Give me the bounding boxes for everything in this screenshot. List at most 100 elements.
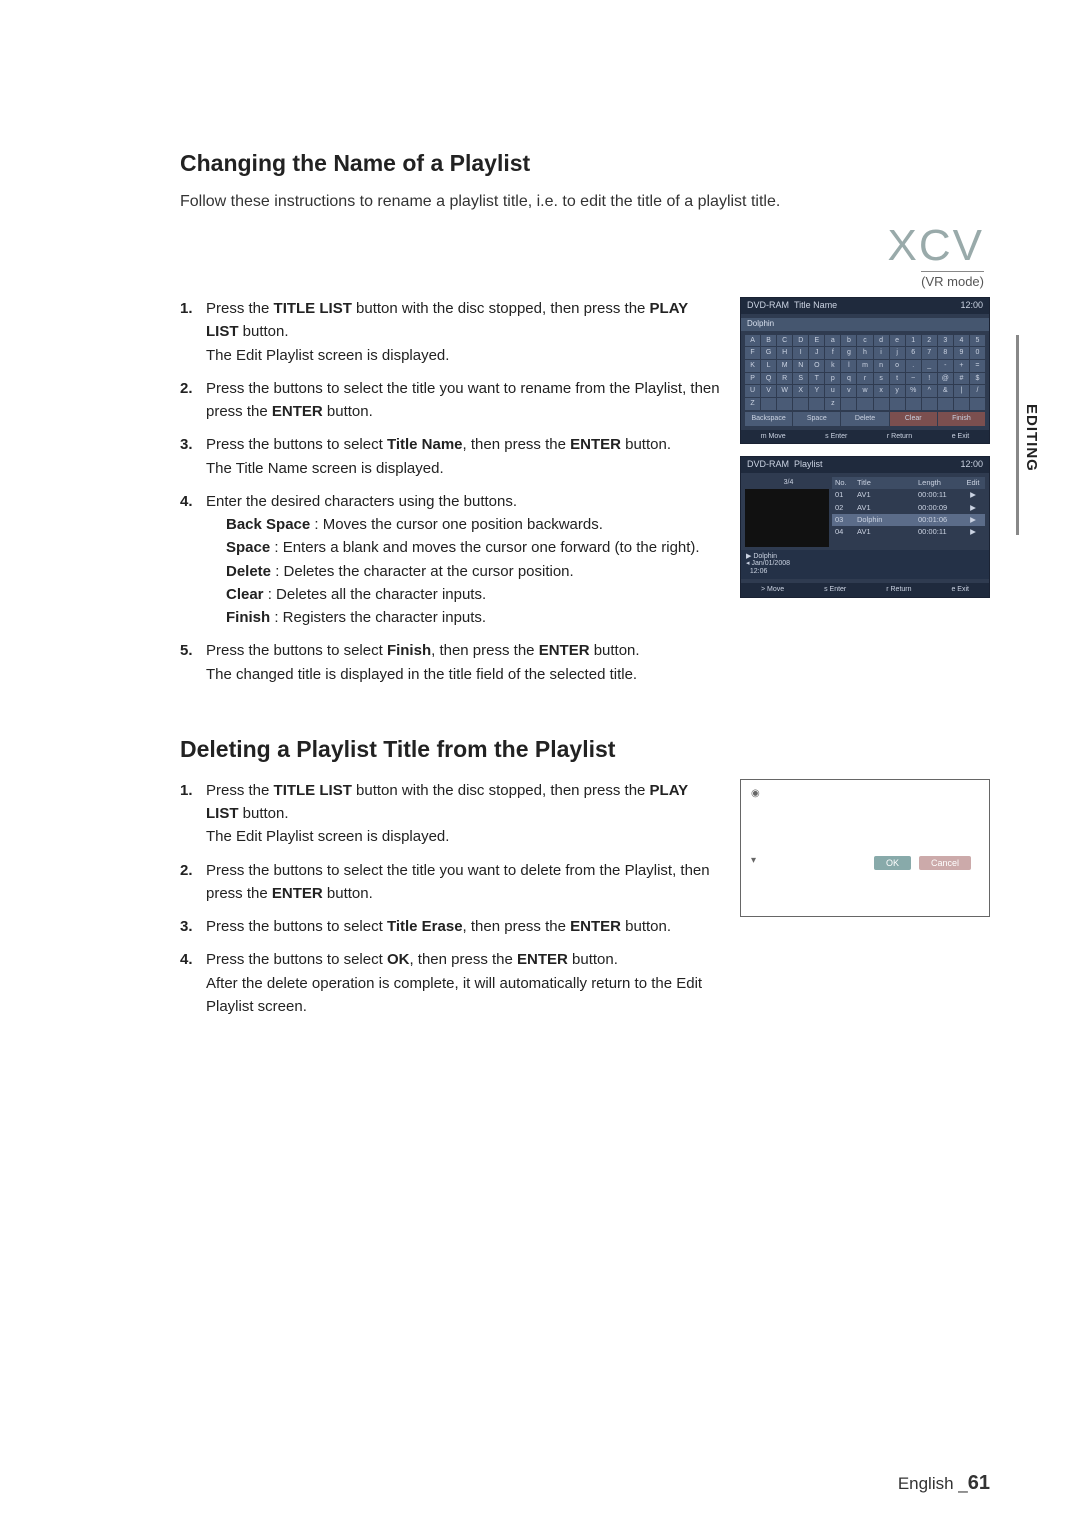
on-screen-keyboard[interactable]: ABCDEabcde12345 FGHIJfghij67890 KLMNOklmno… (745, 335, 985, 410)
key-blank[interactable] (793, 398, 808, 410)
key-#[interactable]: # (954, 373, 969, 385)
key-@[interactable]: @ (938, 373, 953, 385)
key-blank[interactable] (922, 398, 937, 410)
key-I[interactable]: I (793, 347, 808, 359)
key-g[interactable]: g (841, 347, 856, 359)
key-blank[interactable] (954, 398, 969, 410)
key-7[interactable]: 7 (922, 347, 937, 359)
key-q[interactable]: q (841, 373, 856, 385)
key-blank[interactable] (890, 398, 905, 410)
key-clear[interactable]: Clear (890, 412, 937, 426)
key-/[interactable]: / (970, 385, 985, 397)
key-v[interactable]: v (841, 385, 856, 397)
key-e[interactable]: e (890, 335, 905, 347)
key-1[interactable]: 1 (906, 335, 921, 347)
key-A[interactable]: A (745, 335, 760, 347)
key-r[interactable]: r (857, 373, 872, 385)
key-blank[interactable] (809, 398, 824, 410)
key-+[interactable]: + (954, 360, 969, 372)
key-c[interactable]: c (857, 335, 872, 347)
key-6[interactable]: 6 (906, 347, 921, 359)
key-b[interactable]: b (841, 335, 856, 347)
key-s[interactable]: s (874, 373, 889, 385)
key-Q[interactable]: Q (761, 373, 776, 385)
key--[interactable]: - (938, 360, 953, 372)
key-_[interactable]: _ (922, 360, 937, 372)
key-V[interactable]: V (761, 385, 776, 397)
key-d[interactable]: d (874, 335, 889, 347)
key-P[interactable]: P (745, 373, 760, 385)
key-u[interactable]: u (825, 385, 840, 397)
cancel-button[interactable]: Cancel (919, 856, 971, 870)
key-blank[interactable] (938, 398, 953, 410)
key-z[interactable]: z (825, 398, 840, 410)
key-space[interactable]: Space (793, 412, 840, 426)
key-.[interactable]: . (906, 360, 921, 372)
key-blank[interactable] (874, 398, 889, 410)
key-x[interactable]: x (874, 385, 889, 397)
key-B[interactable]: B (761, 335, 776, 347)
key-E[interactable]: E (809, 335, 824, 347)
key-f[interactable]: f (825, 347, 840, 359)
key-backspace[interactable]: Backspace (745, 412, 792, 426)
key-O[interactable]: O (809, 360, 824, 372)
key-blank[interactable] (761, 398, 776, 410)
key-L[interactable]: L (761, 360, 776, 372)
key-9[interactable]: 9 (954, 347, 969, 359)
key-i[interactable]: i (874, 347, 889, 359)
key-C[interactable]: C (777, 335, 792, 347)
key-Z[interactable]: Z (745, 398, 760, 410)
key-D[interactable]: D (793, 335, 808, 347)
key-$[interactable]: $ (970, 373, 985, 385)
playlist-row[interactable]: 03Dolphin00:01:06▶ (832, 514, 985, 526)
key-blank[interactable] (841, 398, 856, 410)
key-^[interactable]: ^ (922, 385, 937, 397)
key-y[interactable]: y (890, 385, 905, 397)
key-R[interactable]: R (777, 373, 792, 385)
key-=[interactable]: = (970, 360, 985, 372)
key-~[interactable]: ~ (906, 373, 921, 385)
key-o[interactable]: o (890, 360, 905, 372)
key-l[interactable]: l (841, 360, 856, 372)
key-blank[interactable] (777, 398, 792, 410)
key-K[interactable]: K (745, 360, 760, 372)
key-W[interactable]: W (777, 385, 792, 397)
key-blank[interactable] (857, 398, 872, 410)
key-j[interactable]: j (890, 347, 905, 359)
key-F[interactable]: F (745, 347, 760, 359)
key-h[interactable]: h (857, 347, 872, 359)
key-![interactable]: ! (922, 373, 937, 385)
key-U[interactable]: U (745, 385, 760, 397)
key-%[interactable]: % (906, 385, 921, 397)
key-5[interactable]: 5 (970, 335, 985, 347)
key-w[interactable]: w (857, 385, 872, 397)
key-S[interactable]: S (793, 373, 808, 385)
key-N[interactable]: N (793, 360, 808, 372)
playlist-row[interactable]: 02AV100:00:09▶ (832, 502, 985, 514)
key-4[interactable]: 4 (954, 335, 969, 347)
key-8[interactable]: 8 (938, 347, 953, 359)
key-&[interactable]: & (938, 385, 953, 397)
key-2[interactable]: 2 (922, 335, 937, 347)
key-a[interactable]: a (825, 335, 840, 347)
key-0[interactable]: 0 (970, 347, 985, 359)
key-blank[interactable] (906, 398, 921, 410)
ok-button[interactable]: OK (874, 856, 911, 870)
key-J[interactable]: J (809, 347, 824, 359)
key-p[interactable]: p (825, 373, 840, 385)
key-|[interactable]: | (954, 385, 969, 397)
playlist-row[interactable]: 01AV100:00:11▶ (832, 489, 985, 501)
key-G[interactable]: G (761, 347, 776, 359)
key-finish[interactable]: Finish (938, 412, 985, 426)
key-m[interactable]: m (857, 360, 872, 372)
key-M[interactable]: M (777, 360, 792, 372)
key-t[interactable]: t (890, 373, 905, 385)
playlist-row[interactable]: 04AV100:00:11▶ (832, 526, 985, 538)
key-k[interactable]: k (825, 360, 840, 372)
key-3[interactable]: 3 (938, 335, 953, 347)
key-delete[interactable]: Delete (841, 412, 888, 426)
key-blank[interactable] (970, 398, 985, 410)
key-H[interactable]: H (777, 347, 792, 359)
key-n[interactable]: n (874, 360, 889, 372)
key-Y[interactable]: Y (809, 385, 824, 397)
